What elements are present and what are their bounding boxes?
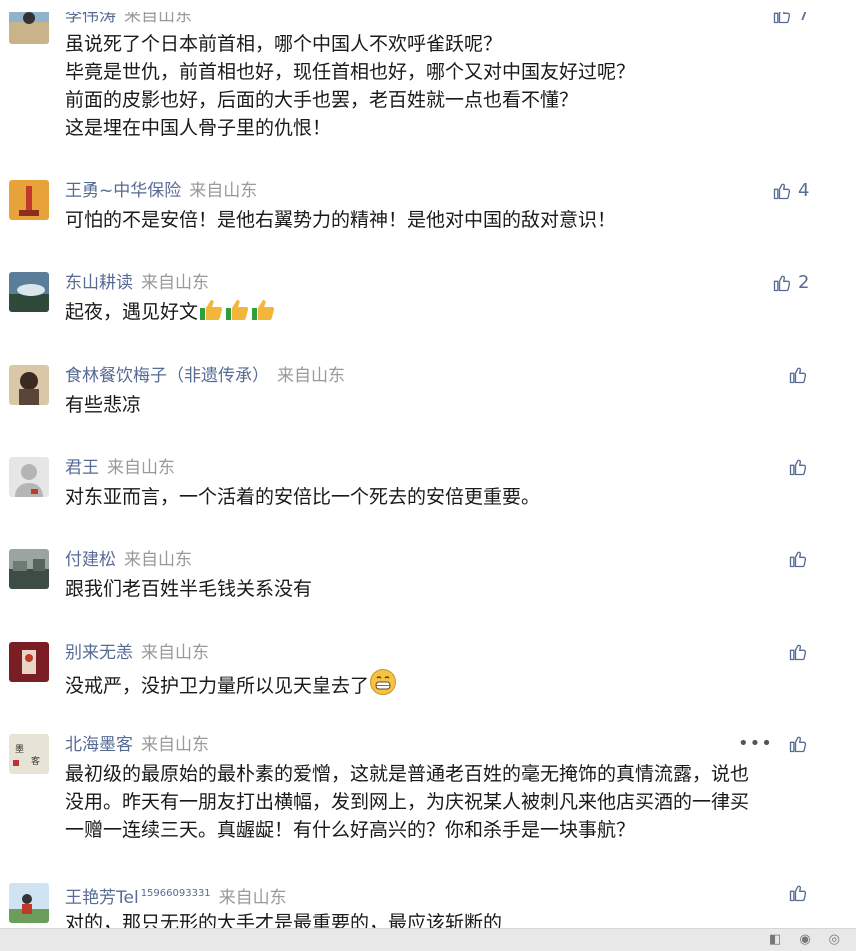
toolbar-icon[interactable]: ◧ bbox=[769, 932, 781, 947]
thumbs-up-outline-icon bbox=[789, 736, 807, 753]
avatar[interactable] bbox=[9, 883, 49, 923]
avatar[interactable] bbox=[9, 642, 49, 682]
comment-text: 对东亚而言，一个活着的安倍比一个死去的安倍更重要。 bbox=[65, 486, 541, 508]
location-label: 来自山东 bbox=[141, 643, 209, 663]
like-button[interactable] bbox=[788, 642, 808, 662]
thumbs-up-emoji bbox=[198, 298, 224, 330]
thumbs-up-outline-icon bbox=[789, 367, 807, 384]
commenter-name[interactable]: 付建松 bbox=[65, 550, 116, 570]
comment-text: 最初级的最原始的最朴素的爱憎，这就是普通老百姓的毫无掩饰的真情流露，说也 没用。… bbox=[65, 763, 750, 841]
thumbs-up-outline-icon bbox=[773, 183, 791, 199]
like-button[interactable] bbox=[788, 883, 808, 903]
location-label: 来自山东 bbox=[277, 366, 345, 386]
location-label: 来自山东 bbox=[189, 181, 258, 201]
avatar[interactable] bbox=[9, 457, 49, 497]
toolbar-icon[interactable]: ◎ bbox=[829, 932, 840, 947]
comment-feed: 李伟涛 来自山东 7 虽说死了个日本前首相，哪个中国人不欢呼雀跃呢？ 毕竟是世仇，… bbox=[0, 0, 856, 951]
location-label: 来自山东 bbox=[107, 458, 175, 478]
svg-text:客: 客 bbox=[31, 755, 40, 767]
commenter-name[interactable]: 北海墨客 bbox=[65, 735, 133, 755]
location-label: 来自山东 bbox=[218, 887, 287, 908]
thumbs-up-emoji bbox=[224, 298, 250, 330]
thumbs-up-outline-icon bbox=[789, 885, 807, 902]
commenter-name[interactable]: 王艳芳Tel 15966093331 bbox=[65, 888, 211, 908]
top-edge bbox=[0, 0, 856, 12]
commenter-name[interactable]: 别来无恙 bbox=[65, 643, 133, 663]
toolbar-icon[interactable]: ◉ bbox=[799, 932, 810, 947]
commenter-name[interactable]: 食林餐饮梅子（非遗传承） bbox=[65, 366, 269, 386]
like-button[interactable] bbox=[788, 549, 808, 569]
comment-text: 有些悲凉 bbox=[65, 394, 142, 416]
thumbs-up-outline-icon bbox=[789, 551, 807, 568]
location-label: 来自山东 bbox=[141, 735, 209, 755]
avatar[interactable] bbox=[9, 180, 49, 220]
like-button[interactable]: 4 bbox=[772, 180, 809, 201]
comment-text: 可怕的不是安倍！是他右翼势力的精神！是他对中国的敌对意识！ bbox=[65, 209, 617, 231]
svg-text:墨: 墨 bbox=[15, 744, 24, 755]
avatar[interactable] bbox=[9, 549, 49, 589]
commenter-name[interactable]: 君王 bbox=[65, 458, 99, 478]
location-label: 来自山东 bbox=[141, 273, 209, 293]
thumbs-up-outline-icon bbox=[789, 459, 807, 476]
like-button[interactable] bbox=[788, 734, 808, 754]
avatar[interactable] bbox=[9, 365, 49, 405]
avatar[interactable] bbox=[9, 272, 49, 312]
like-count: 2 bbox=[798, 272, 810, 293]
like-button[interactable] bbox=[788, 457, 808, 477]
commenter-name[interactable]: 东山耕读 bbox=[65, 273, 133, 293]
like-button[interactable]: 2 bbox=[772, 272, 809, 293]
comment-text: 没戒严，没护卫力量所以见天皇去了 bbox=[65, 668, 815, 704]
location-label: 来自山东 bbox=[124, 550, 192, 570]
thumbs-up-emoji bbox=[250, 298, 276, 330]
thumbs-up-outline-icon bbox=[789, 644, 807, 661]
comment-text: 起夜，遇见好文 bbox=[65, 298, 815, 330]
comment-text: 跟我们老百姓半毛钱关系没有 bbox=[65, 578, 313, 600]
avatar[interactable]: 墨客 bbox=[9, 734, 49, 774]
like-button[interactable] bbox=[788, 365, 808, 385]
bottom-toolbar: ◧ ◉ ◎ bbox=[0, 928, 856, 951]
comment-text: 虽说死了个日本前首相，哪个中国人不欢呼雀跃呢？ 毕竟是世仇，前首相也好，现任首相… bbox=[65, 33, 636, 139]
like-count: 4 bbox=[798, 180, 810, 201]
commenter-name[interactable]: 王勇~中华保险 bbox=[65, 181, 181, 201]
grin-emoji bbox=[369, 668, 397, 704]
more-dots-icon[interactable]: ••• bbox=[738, 733, 773, 754]
thumbs-up-outline-icon bbox=[773, 275, 791, 291]
